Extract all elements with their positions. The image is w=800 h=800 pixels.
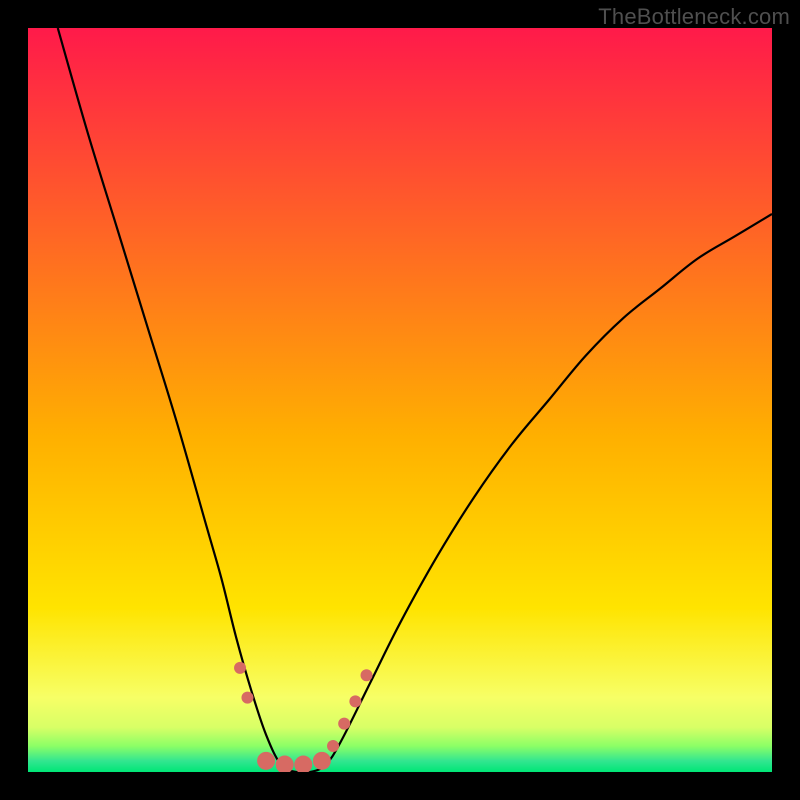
- marker-point: [327, 740, 339, 752]
- plot-area: [28, 28, 772, 772]
- bottleneck-chart: [28, 28, 772, 772]
- marker-point: [257, 752, 275, 770]
- gradient-background: [28, 28, 772, 772]
- marker-point: [349, 695, 361, 707]
- marker-point: [338, 718, 350, 730]
- marker-point: [313, 752, 331, 770]
- marker-point: [234, 662, 246, 674]
- chart-frame: TheBottleneck.com: [0, 0, 800, 800]
- marker-point: [241, 692, 253, 704]
- watermark-text: TheBottleneck.com: [598, 4, 790, 30]
- marker-point: [361, 669, 373, 681]
